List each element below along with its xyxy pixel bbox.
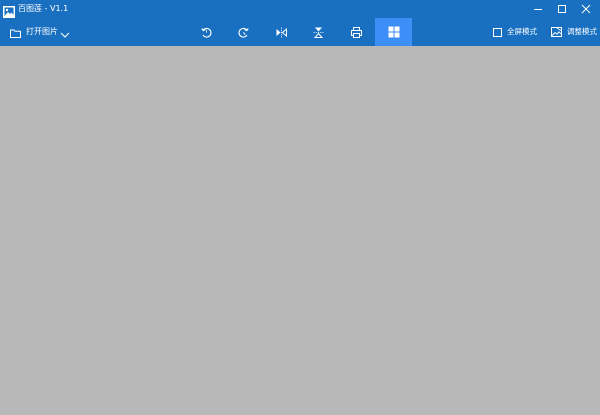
print-button[interactable] xyxy=(344,20,368,44)
adjust-mode-button[interactable]: 调整模式 xyxy=(551,24,597,40)
image-icon xyxy=(3,3,15,18)
rotate-left-icon xyxy=(200,27,211,38)
flip-vertical-button[interactable] xyxy=(306,20,330,44)
window-title: 百图莲 - V1.1 xyxy=(18,4,69,13)
fullscreen-mode-button[interactable]: 全屏模式 xyxy=(493,24,537,40)
close-button[interactable] xyxy=(574,0,598,18)
minimize-icon xyxy=(534,9,542,10)
rotate-left-button[interactable] xyxy=(194,20,218,44)
toolbar: 打开图片 全屏模式 调整模式 xyxy=(0,18,600,46)
fullscreen-mode-label: 全屏模式 xyxy=(507,27,537,36)
open-image-button[interactable]: 打开图片 xyxy=(10,24,58,40)
rotate-right-button[interactable] xyxy=(231,20,255,44)
rotate-right-icon xyxy=(238,27,249,38)
minimize-button[interactable] xyxy=(526,0,550,18)
title-bar[interactable]: 百图莲 - V1.1 xyxy=(0,0,600,18)
checkbox-icon xyxy=(493,27,502,37)
maximize-button[interactable] xyxy=(550,0,574,18)
close-icon xyxy=(581,4,591,14)
print-icon xyxy=(350,26,362,38)
open-image-label: 打开图片 xyxy=(26,27,58,36)
open-dropdown-button[interactable] xyxy=(58,26,72,38)
grid-icon xyxy=(388,26,399,38)
folder-icon xyxy=(10,23,21,42)
image-canvas[interactable] xyxy=(0,46,600,415)
app-window: 百图莲 - V1.1 打开图片 全屏模式 调整模式 xyxy=(0,0,600,415)
edit-image-icon xyxy=(551,27,562,37)
adjust-mode-label: 调整模式 xyxy=(567,27,597,36)
flip-horizontal-button[interactable] xyxy=(269,20,293,44)
maximize-icon xyxy=(558,5,566,13)
flip-vertical-icon xyxy=(313,27,323,38)
flip-horizontal-icon xyxy=(276,27,287,37)
grid-view-button[interactable] xyxy=(375,18,412,46)
chevron-down-icon xyxy=(60,32,70,38)
